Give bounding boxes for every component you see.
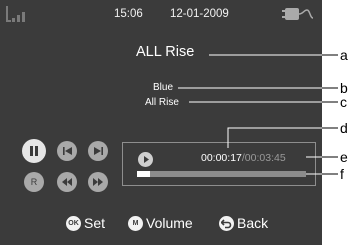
- callout-line-d: [227, 127, 338, 148]
- callout-d: d: [340, 120, 348, 136]
- callout-lines: [178, 54, 338, 175]
- callout-a: a: [340, 47, 348, 63]
- callout-c: c: [340, 94, 347, 110]
- callout-e: e: [340, 149, 348, 165]
- callout-f: f: [340, 166, 344, 182]
